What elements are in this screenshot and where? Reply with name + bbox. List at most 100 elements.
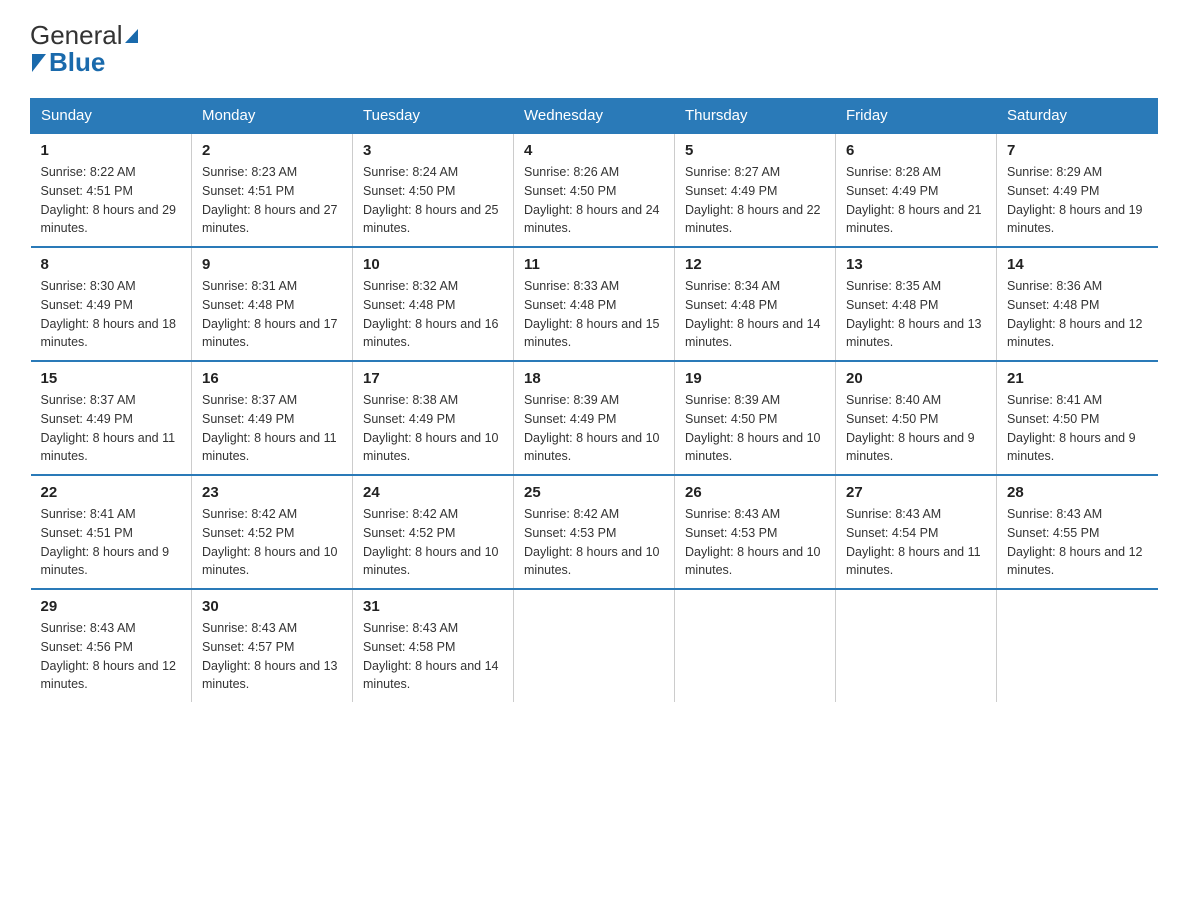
day-cell: 31Sunrise: 8:43 AMSunset: 4:58 PMDayligh… — [353, 589, 514, 702]
day-cell: 19 Sunrise: 8:39 AMSunset: 4:50 PMDayligh… — [675, 361, 836, 475]
day-number: 25 — [524, 484, 664, 501]
day-number: 3 — [363, 142, 503, 159]
day-info: Sunrise: 8:38 AMSunset: 4:49 PMDaylight:… — [363, 391, 503, 466]
day-cell: 1Sunrise: 8:22 AMSunset: 4:51 PMDaylight… — [31, 133, 192, 247]
day-cell: 17Sunrise: 8:38 AMSunset: 4:49 PMDayligh… — [353, 361, 514, 475]
day-cell: 5 Sunrise: 8:27 AMSunset: 4:49 PMDaylight… — [675, 133, 836, 247]
day-info: Sunrise: 8:43 AMSunset: 4:54 PMDaylight:… — [846, 505, 986, 580]
day-cell: 22 Sunrise: 8:41 AMSunset: 4:51 PMDayligh… — [31, 475, 192, 589]
day-number: 10 — [363, 256, 503, 273]
day-number: 2 — [202, 142, 342, 159]
calendar-table: SundayMondayTuesdayWednesdayThursdayFrid… — [30, 98, 1158, 702]
header-day-friday: Friday — [836, 99, 997, 134]
week-row-4: 22 Sunrise: 8:41 AMSunset: 4:51 PMDayligh… — [31, 475, 1158, 589]
day-info: Sunrise: 8:43 AMSunset: 4:57 PMDaylight:… — [202, 619, 342, 694]
header-day-tuesday: Tuesday — [353, 99, 514, 134]
day-info: Sunrise: 8:42 AMSunset: 4:52 PMDaylight:… — [363, 505, 503, 580]
day-cell: 26 Sunrise: 8:43 AMSunset: 4:53 PMDayligh… — [675, 475, 836, 589]
day-cell: 2Sunrise: 8:23 AMSunset: 4:51 PMDaylight… — [192, 133, 353, 247]
day-number: 7 — [1007, 142, 1148, 159]
day-number: 27 — [846, 484, 986, 501]
day-info: Sunrise: 8:39 AMSunset: 4:49 PMDaylight:… — [524, 391, 664, 466]
day-cell: 21 Sunrise: 8:41 AMSunset: 4:50 PMDayligh… — [997, 361, 1158, 475]
day-cell: 12 Sunrise: 8:34 AMSunset: 4:48 PMDayligh… — [675, 247, 836, 361]
day-number: 26 — [685, 484, 825, 501]
header-day-thursday: Thursday — [675, 99, 836, 134]
day-number: 30 — [202, 598, 342, 615]
day-number: 28 — [1007, 484, 1148, 501]
day-number: 18 — [524, 370, 664, 387]
day-info: Sunrise: 8:43 AMSunset: 4:56 PMDaylight:… — [41, 619, 182, 694]
day-number: 11 — [524, 256, 664, 273]
day-info: Sunrise: 8:34 AMSunset: 4:48 PMDaylight:… — [685, 277, 825, 352]
day-info: Sunrise: 8:41 AMSunset: 4:50 PMDaylight:… — [1007, 391, 1148, 466]
day-number: 20 — [846, 370, 986, 387]
day-cell: 25Sunrise: 8:42 AMSunset: 4:53 PMDayligh… — [514, 475, 675, 589]
header-day-wednesday: Wednesday — [514, 99, 675, 134]
day-number: 21 — [1007, 370, 1148, 387]
day-info: Sunrise: 8:43 AMSunset: 4:53 PMDaylight:… — [685, 505, 825, 580]
day-cell — [514, 589, 675, 702]
day-number: 15 — [41, 370, 182, 387]
calendar-header: SundayMondayTuesdayWednesdayThursdayFrid… — [31, 99, 1158, 134]
day-info: Sunrise: 8:32 AMSunset: 4:48 PMDaylight:… — [363, 277, 503, 352]
day-number: 4 — [524, 142, 664, 159]
day-cell: 14 Sunrise: 8:36 AMSunset: 4:48 PMDayligh… — [997, 247, 1158, 361]
day-number: 19 — [685, 370, 825, 387]
day-cell: 7Sunrise: 8:29 AMSunset: 4:49 PMDaylight… — [997, 133, 1158, 247]
day-number: 29 — [41, 598, 182, 615]
day-number: 8 — [41, 256, 182, 273]
week-row-1: 1Sunrise: 8:22 AMSunset: 4:51 PMDaylight… — [31, 133, 1158, 247]
day-number: 12 — [685, 256, 825, 273]
calendar-body: 1Sunrise: 8:22 AMSunset: 4:51 PMDaylight… — [31, 133, 1158, 702]
logo: General Blue — [30, 20, 138, 78]
day-cell: 15 Sunrise: 8:37 AMSunset: 4:49 PMDayligh… — [31, 361, 192, 475]
day-cell: 10 Sunrise: 8:32 AMSunset: 4:48 PMDayligh… — [353, 247, 514, 361]
day-cell: 16Sunrise: 8:37 AMSunset: 4:49 PMDayligh… — [192, 361, 353, 475]
day-cell: 6Sunrise: 8:28 AMSunset: 4:49 PMDaylight… — [836, 133, 997, 247]
day-info: Sunrise: 8:24 AMSunset: 4:50 PMDaylight:… — [363, 163, 503, 238]
day-number: 14 — [1007, 256, 1148, 273]
day-number: 13 — [846, 256, 986, 273]
day-cell: 9Sunrise: 8:31 AMSunset: 4:48 PMDaylight… — [192, 247, 353, 361]
day-info: Sunrise: 8:35 AMSunset: 4:48 PMDaylight:… — [846, 277, 986, 352]
day-cell — [997, 589, 1158, 702]
day-cell: 23 Sunrise: 8:42 AMSunset: 4:52 PMDayligh… — [192, 475, 353, 589]
day-info: Sunrise: 8:31 AMSunset: 4:48 PMDaylight:… — [202, 277, 342, 352]
page-header: General Blue — [30, 20, 1158, 78]
day-info: Sunrise: 8:28 AMSunset: 4:49 PMDaylight:… — [846, 163, 986, 238]
day-info: Sunrise: 8:41 AMSunset: 4:51 PMDaylight:… — [41, 505, 182, 580]
day-info: Sunrise: 8:36 AMSunset: 4:48 PMDaylight:… — [1007, 277, 1148, 352]
week-row-2: 8 Sunrise: 8:30 AMSunset: 4:49 PMDaylight… — [31, 247, 1158, 361]
day-info: Sunrise: 8:39 AMSunset: 4:50 PMDaylight:… — [685, 391, 825, 466]
day-number: 31 — [363, 598, 503, 615]
day-info: Sunrise: 8:30 AMSunset: 4:49 PMDaylight:… — [41, 277, 182, 352]
week-row-3: 15 Sunrise: 8:37 AMSunset: 4:49 PMDayligh… — [31, 361, 1158, 475]
header-row: SundayMondayTuesdayWednesdayThursdayFrid… — [31, 99, 1158, 134]
day-number: 5 — [685, 142, 825, 159]
day-info: Sunrise: 8:37 AMSunset: 4:49 PMDaylight:… — [41, 391, 182, 466]
day-number: 23 — [202, 484, 342, 501]
day-info: Sunrise: 8:40 AMSunset: 4:50 PMDaylight:… — [846, 391, 986, 466]
day-cell: 30 Sunrise: 8:43 AMSunset: 4:57 PMDayligh… — [192, 589, 353, 702]
day-number: 22 — [41, 484, 182, 501]
day-info: Sunrise: 8:37 AMSunset: 4:49 PMDaylight:… — [202, 391, 342, 466]
day-cell — [675, 589, 836, 702]
day-cell: 24Sunrise: 8:42 AMSunset: 4:52 PMDayligh… — [353, 475, 514, 589]
day-cell: 28Sunrise: 8:43 AMSunset: 4:55 PMDayligh… — [997, 475, 1158, 589]
day-cell: 8 Sunrise: 8:30 AMSunset: 4:49 PMDaylight… — [31, 247, 192, 361]
day-info: Sunrise: 8:42 AMSunset: 4:52 PMDaylight:… — [202, 505, 342, 580]
day-number: 1 — [41, 142, 182, 159]
day-cell: 13 Sunrise: 8:35 AMSunset: 4:48 PMDayligh… — [836, 247, 997, 361]
week-row-5: 29 Sunrise: 8:43 AMSunset: 4:56 PMDayligh… — [31, 589, 1158, 702]
day-cell: 18 Sunrise: 8:39 AMSunset: 4:49 PMDayligh… — [514, 361, 675, 475]
day-info: Sunrise: 8:26 AMSunset: 4:50 PMDaylight:… — [524, 163, 664, 238]
day-cell — [836, 589, 997, 702]
header-day-sunday: Sunday — [31, 99, 192, 134]
day-cell: 11Sunrise: 8:33 AMSunset: 4:48 PMDayligh… — [514, 247, 675, 361]
day-info: Sunrise: 8:27 AMSunset: 4:49 PMDaylight:… — [685, 163, 825, 238]
logo-blue-text: Blue — [49, 47, 105, 78]
header-day-monday: Monday — [192, 99, 353, 134]
day-cell: 29 Sunrise: 8:43 AMSunset: 4:56 PMDayligh… — [31, 589, 192, 702]
day-cell: 27 Sunrise: 8:43 AMSunset: 4:54 PMDayligh… — [836, 475, 997, 589]
